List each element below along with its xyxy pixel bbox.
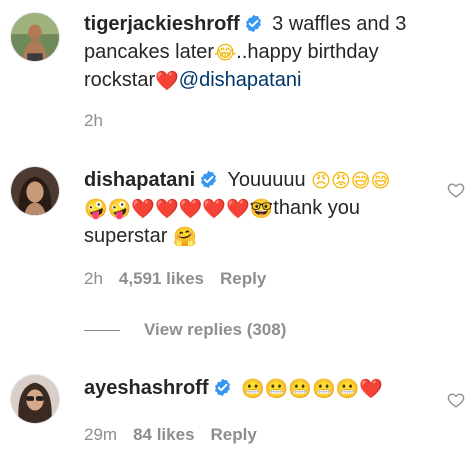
- likes-count[interactable]: 84 likes: [133, 425, 194, 444]
- like-comment-button[interactable]: [447, 391, 465, 409]
- comment-text: Youuuuu: [227, 169, 306, 191]
- divider-line: [84, 329, 120, 331]
- heart-emoji: ❤️: [155, 70, 179, 92]
- likes-count[interactable]: 4,591 likes: [119, 269, 204, 288]
- comment-time: 2h: [84, 269, 103, 288]
- reply-button[interactable]: Reply: [220, 269, 266, 288]
- avatar-image: [11, 167, 59, 215]
- comment-body: ayeshashroff 😬😬😬😬😬❤️: [84, 374, 440, 402]
- view-replies-button[interactable]: View replies (308): [84, 320, 286, 340]
- avatar-image: [11, 375, 59, 423]
- comment-meta: 2h 4,591 likes Reply: [84, 268, 282, 290]
- reply-button[interactable]: Reply: [211, 425, 257, 444]
- username-link[interactable]: ayeshashroff: [84, 377, 209, 399]
- comment-body: tigerjackieshroff 3 waffles and 3 pancak…: [84, 10, 440, 94]
- grimacing-faces-emoji: 😬😬😬😬😬❤️: [241, 378, 384, 400]
- laughing-emoji: 😂: [214, 42, 237, 64]
- heart-outline-icon: [447, 393, 465, 408]
- like-comment-button[interactable]: [447, 181, 465, 199]
- comment-meta: 29m 84 likes Reply: [84, 424, 273, 446]
- verified-badge-icon: [244, 14, 263, 33]
- avatar-image: [11, 13, 59, 61]
- avatar-tigerjackieshroff[interactable]: [10, 12, 60, 62]
- verified-badge-icon: [213, 378, 232, 397]
- hugging-face-emoji: 🤗: [172, 226, 197, 248]
- heart-outline-icon: [447, 183, 465, 198]
- avatar-dishapatani[interactable]: [10, 166, 60, 216]
- mention-link[interactable]: @dishapatani: [179, 69, 302, 91]
- comment-body: dishapatani Youuuuu 😠😡😅😅 🤪🤪❤️❤️❤️❤️❤️🤓th…: [84, 166, 440, 250]
- avatar-ayeshashroff[interactable]: [10, 374, 60, 424]
- verified-badge-icon: [199, 170, 218, 189]
- angry-faces-emoji: 😠😡😅😅: [311, 170, 391, 192]
- comment-time: 2h: [84, 111, 103, 130]
- comment-meta: 2h: [84, 110, 119, 132]
- username-link[interactable]: tigerjackieshroff: [84, 13, 240, 35]
- silly-faces-hearts-emoji: 🤪🤪❤️❤️❤️❤️❤️🤓: [84, 198, 274, 220]
- comment-time: 29m: [84, 425, 118, 444]
- username-link[interactable]: dishapatani: [84, 169, 195, 191]
- view-replies-label: View replies (308): [144, 320, 287, 339]
